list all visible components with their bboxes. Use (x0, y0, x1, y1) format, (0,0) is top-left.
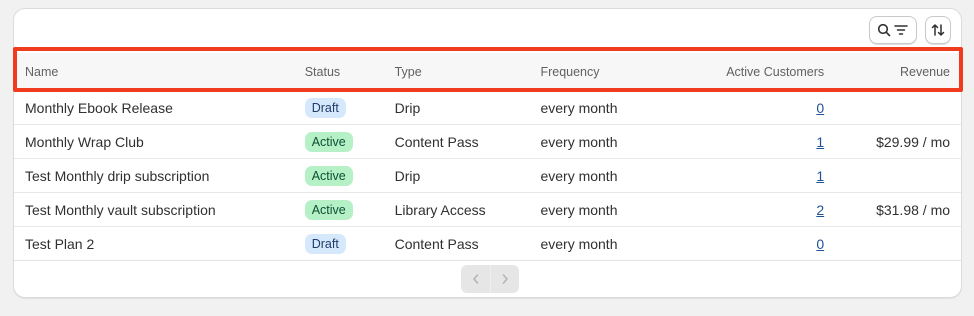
active-customers-link[interactable]: 0 (816, 100, 824, 116)
plan-type: Content Pass (394, 133, 479, 150)
column-header-status[interactable]: Status (305, 65, 395, 79)
plan-name: Monthly Ebook Release (25, 99, 173, 116)
subscription-plans-card: Name Status Type Frequency Active Custom… (13, 8, 962, 298)
table-toolbar (869, 16, 951, 44)
table-row[interactable]: Test Monthly drip subscription Active Dr… (14, 159, 961, 193)
next-page-button[interactable] (490, 265, 519, 293)
table-row[interactable]: Test Plan 2 Draft Content Pass every mon… (14, 227, 961, 261)
table-row[interactable]: Monthly Wrap Club Active Content Pass ev… (14, 125, 961, 159)
column-header-revenue[interactable]: Revenue (824, 65, 961, 79)
active-customers-link[interactable]: 1 (816, 168, 824, 184)
plan-frequency: every month (540, 167, 618, 184)
plan-type: Drip (394, 167, 421, 184)
search-filter-button[interactable] (869, 16, 917, 44)
table-row[interactable]: Test Monthly vault subscription Active L… (14, 193, 961, 227)
active-customers-link[interactable]: 2 (816, 202, 824, 218)
plan-type: Library Access (394, 201, 486, 218)
active-customers-link[interactable]: 0 (816, 236, 824, 252)
chevron-left-icon (472, 274, 478, 284)
status-badge: Active (304, 199, 353, 220)
plan-frequency: every month (540, 99, 618, 116)
column-header-name[interactable]: Name (14, 65, 305, 79)
table-header-row: Name Status Type Frequency Active Custom… (14, 53, 961, 91)
table-row[interactable]: Monthly Ebook Release Draft Drip every m… (14, 91, 961, 125)
plan-name: Monthly Wrap Club (25, 133, 144, 150)
plan-type: Drip (394, 99, 421, 116)
chevron-right-icon (502, 274, 508, 284)
status-badge: Active (304, 131, 353, 152)
plan-type: Content Pass (394, 235, 479, 252)
filter-icon (894, 25, 908, 35)
active-customers-link[interactable]: 1 (816, 134, 824, 150)
status-badge: Active (304, 165, 353, 186)
plan-frequency: every month (540, 235, 618, 252)
plan-frequency: every month (540, 201, 618, 218)
plan-revenue: $29.99 / mo (876, 133, 951, 150)
column-header-active-customers[interactable]: Active Customers (690, 65, 824, 79)
previous-page-button[interactable] (461, 265, 490, 293)
status-badge: Draft (304, 233, 346, 254)
plan-name: Test Monthly drip subscription (25, 167, 210, 184)
plan-frequency: every month (540, 133, 618, 150)
column-header-type[interactable]: Type (395, 65, 541, 79)
status-badge: Draft (304, 97, 346, 118)
pagination (461, 265, 519, 293)
search-icon (877, 23, 891, 37)
plan-name: Test Monthly vault subscription (25, 201, 216, 218)
plan-name: Test Plan 2 (25, 235, 95, 252)
column-header-frequency[interactable]: Frequency (540, 65, 690, 79)
sort-button[interactable] (925, 16, 951, 44)
subscription-table: Name Status Type Frequency Active Custom… (14, 53, 961, 261)
sort-icon (931, 24, 945, 36)
plan-revenue: $31.98 / mo (876, 201, 951, 218)
